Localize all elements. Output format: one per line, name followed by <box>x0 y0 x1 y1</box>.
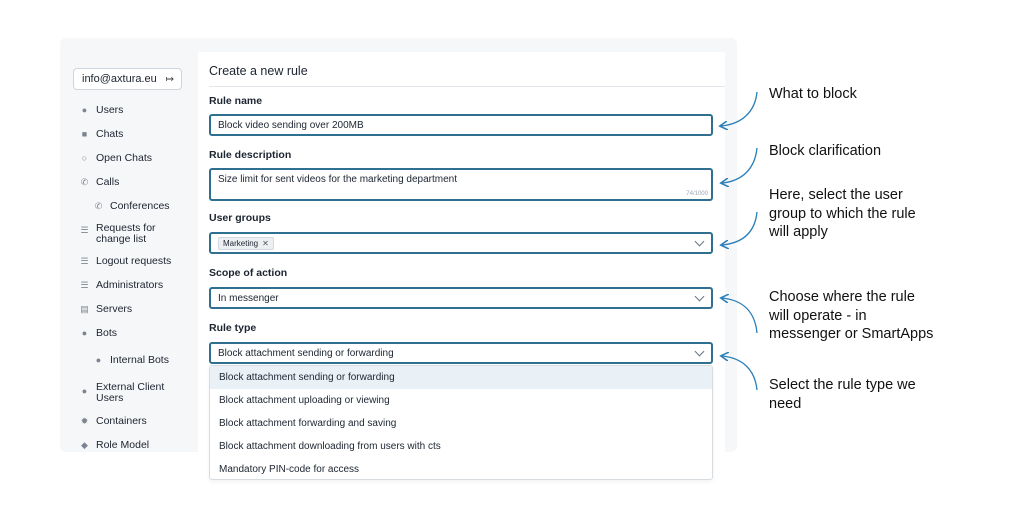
arrow-scope <box>722 298 758 334</box>
arrow-rule-type <box>722 356 758 391</box>
arrow-block-clarification <box>722 147 758 183</box>
annotation-what-to-block: What to block <box>769 86 857 102</box>
arrow-user-group <box>722 211 758 245</box>
annotation-where-operate: Choose where the rule will operate - in … <box>769 289 934 342</box>
annotation-rule-type: Select the rule type we need <box>769 377 916 412</box>
annotation-arrows <box>0 91 758 391</box>
arrow-what-to-block <box>721 91 758 126</box>
annotation-block-clarification: Block clarification <box>769 143 882 159</box>
annotation-user-group: Here, select the user group to which the… <box>769 187 916 240</box>
